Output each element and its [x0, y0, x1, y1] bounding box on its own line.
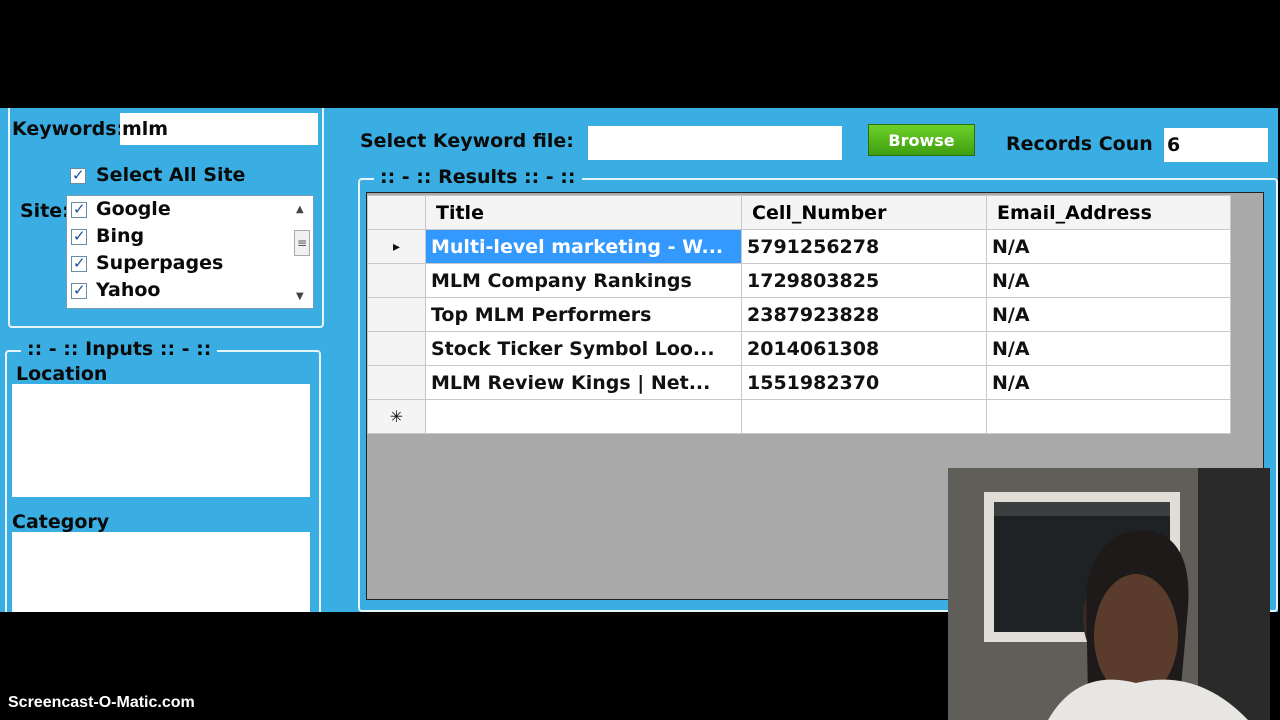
keywords-label: Keywords:: [12, 118, 125, 140]
table-row[interactable]: ▸ Multi-level marketing - W... 579125627…: [367, 229, 1231, 264]
column-header-cell-number[interactable]: Cell_Number: [741, 195, 987, 230]
site-list-scrollbar[interactable]: ▲ ≡ ▼: [291, 196, 313, 308]
cell-title[interactable]: Stock Ticker Symbol Loo...: [425, 331, 742, 366]
row-header[interactable]: [367, 365, 426, 400]
select-all-label: Select All Site: [96, 164, 246, 186]
cell-number[interactable]: 1551982370: [741, 365, 987, 400]
column-header-title[interactable]: Title: [425, 195, 742, 230]
row-header[interactable]: [367, 263, 426, 298]
cell-number[interactable]: 2387923828: [741, 297, 987, 332]
site-item-label: Superpages: [96, 252, 224, 274]
cell-email[interactable]: N/A: [986, 263, 1231, 298]
site-label: Site:: [20, 200, 70, 222]
header-row: Title Cell_Number Email_Address: [367, 195, 1231, 230]
cell-title[interactable]: Multi-level marketing - W...: [425, 229, 742, 264]
site-item-label: Google: [96, 198, 171, 220]
category-textarea[interactable]: [12, 532, 310, 612]
scroll-up-arrow-icon[interactable]: ▲: [296, 204, 304, 215]
results-table: Title Cell_Number Email_Address ▸ Multi-…: [367, 195, 1231, 434]
results-legend: :: - :: Results :: - ::: [374, 166, 582, 188]
site-item-yahoo[interactable]: Yahoo: [71, 279, 160, 301]
site-item-superpages[interactable]: Superpages: [71, 252, 223, 274]
cell-title[interactable]: Top MLM Performers: [425, 297, 742, 332]
site-list[interactable]: Google Bing Superpages Yahoo ▲ ≡ ▼: [66, 195, 314, 309]
keyword-file-label: Select Keyword file:: [360, 130, 574, 152]
select-all-checkbox[interactable]: Select All Site: [70, 164, 245, 186]
cell-title[interactable]: MLM Review Kings | Net...: [425, 365, 742, 400]
cell-number[interactable]: 2014061308: [741, 331, 987, 366]
checkbox-checked-icon: [71, 281, 87, 299]
table-row[interactable]: Stock Ticker Symbol Loo... 2014061308 N/…: [367, 331, 1231, 366]
location-label: Location: [16, 363, 108, 385]
cell-email[interactable]: N/A: [986, 297, 1231, 332]
new-row[interactable]: ✳: [367, 399, 1231, 434]
current-row-indicator-icon[interactable]: ▸: [367, 229, 426, 264]
screencast-watermark: Screencast-O-Matic.com: [8, 694, 195, 711]
checkbox-checked-icon: [70, 166, 86, 184]
keywords-input[interactable]: mlm: [120, 113, 318, 145]
new-row-asterisk-icon[interactable]: ✳: [367, 399, 426, 434]
site-item-label: Bing: [96, 225, 145, 247]
checkbox-checked-icon: [71, 254, 87, 272]
keyword-file-input[interactable]: [588, 126, 842, 160]
inputs-legend: :: - :: Inputs :: - ::: [21, 338, 218, 360]
table-row[interactable]: MLM Company Rankings 1729803825 N/A: [367, 263, 1231, 298]
records-count-label: Records Coun: [1006, 133, 1153, 155]
cell-number[interactable]: 5791256278: [741, 229, 987, 264]
cell-title[interactable]: MLM Company Rankings: [425, 263, 742, 298]
site-item-label: Yahoo: [96, 279, 161, 301]
webcam-video-image: [948, 468, 1270, 720]
category-label: Category: [12, 511, 110, 533]
site-item-bing[interactable]: Bing: [71, 225, 144, 247]
webcam-overlay: [948, 468, 1270, 720]
cell-number[interactable]: 1729803825: [741, 263, 987, 298]
scroll-thumb[interactable]: ≡: [294, 230, 310, 256]
cell-title[interactable]: [425, 399, 742, 434]
table-row[interactable]: MLM Review Kings | Net... 1551982370 N/A: [367, 365, 1231, 400]
row-header-corner[interactable]: [367, 195, 426, 230]
scroll-down-arrow-icon[interactable]: ▼: [296, 291, 304, 302]
row-header[interactable]: [367, 331, 426, 366]
records-count-field: 6: [1164, 128, 1268, 162]
cell-email[interactable]: N/A: [986, 331, 1231, 366]
cell-email[interactable]: N/A: [986, 365, 1231, 400]
location-textarea[interactable]: [12, 384, 310, 497]
table-row[interactable]: Top MLM Performers 2387923828 N/A: [367, 297, 1231, 332]
checkbox-checked-icon: [71, 200, 87, 218]
checkbox-checked-icon: [71, 227, 87, 245]
cell-number[interactable]: [741, 399, 987, 434]
site-item-google[interactable]: Google: [71, 198, 171, 220]
column-header-email-address[interactable]: Email_Address: [986, 195, 1231, 230]
row-header[interactable]: [367, 297, 426, 332]
cell-email[interactable]: N/A: [986, 229, 1231, 264]
cell-email[interactable]: [986, 399, 1231, 434]
browse-button[interactable]: Browse: [868, 124, 975, 156]
